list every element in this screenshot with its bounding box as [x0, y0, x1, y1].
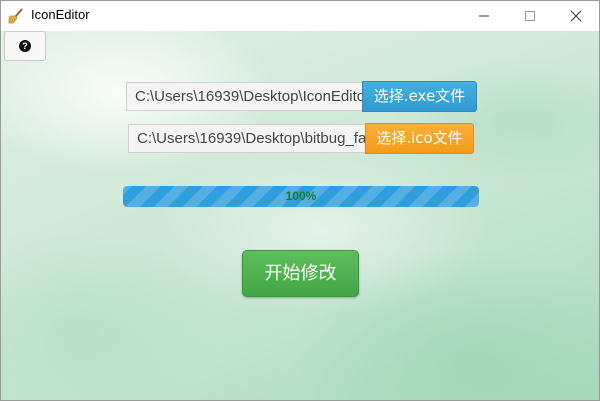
select-ico-button[interactable]: 选择.ico文件 — [365, 123, 474, 154]
ico-path-input[interactable]: C:\Users\16939\Desktop\bitbug_favicon.ic… — [128, 124, 366, 153]
select-exe-button[interactable]: 选择.exe文件 — [362, 81, 477, 112]
minimize-button[interactable] — [461, 1, 507, 31]
app-window: IconEditor ? C:\Users\16939\Desktop\Icon… — [0, 0, 600, 401]
window-title: IconEditor — [31, 7, 90, 22]
main-panel: ? C:\Users\16939\Desktop\IconEditor 选择.e… — [1, 31, 599, 400]
maximize-icon — [524, 7, 536, 26]
help-button[interactable]: ? — [4, 31, 46, 61]
broom-icon — [7, 7, 25, 25]
title-bar[interactable]: IconEditor — [1, 1, 599, 31]
exe-path-input[interactable]: C:\Users\16939\Desktop\IconEditor — [126, 82, 364, 111]
help-icon: ? — [19, 40, 31, 52]
close-icon — [570, 7, 582, 26]
progress-label: 100% — [285, 189, 317, 203]
minimize-icon — [478, 7, 490, 26]
progress-bar: 100% — [123, 186, 479, 207]
maximize-button[interactable] — [507, 1, 553, 31]
close-button[interactable] — [553, 1, 599, 31]
start-modify-button[interactable]: 开始修改 — [242, 250, 359, 297]
